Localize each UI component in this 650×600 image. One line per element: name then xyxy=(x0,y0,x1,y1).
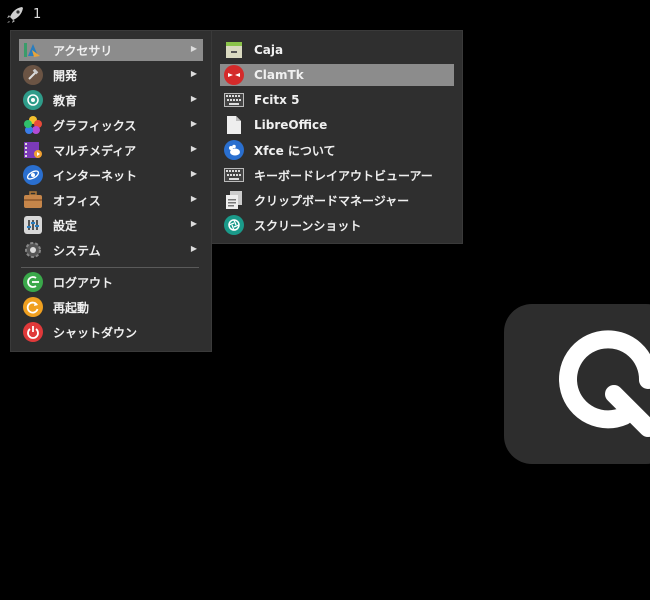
menu-item-logout[interactable]: ログアウト xyxy=(19,271,203,293)
menu-item-label: アクセサリ xyxy=(53,43,113,58)
file-manager-icon xyxy=(224,40,244,60)
antivirus-icon xyxy=(224,65,244,85)
submenu-arrow-icon: ▶ xyxy=(190,119,197,128)
shutdown-icon xyxy=(23,322,43,342)
menu-item-multimedia[interactable]: マルチメディア ▶ xyxy=(19,139,203,161)
menu-item-graphics[interactable]: グラフィックス ▶ xyxy=(19,114,203,136)
submenu-item-label: Xfce について xyxy=(254,143,336,158)
submenu-item-clamtk[interactable]: ClamTk xyxy=(220,64,454,86)
submenu-arrow-icon: ▶ xyxy=(190,94,197,103)
menu-item-internet[interactable]: インターネット ▶ xyxy=(19,164,203,186)
menu-item-label: マルチメディア xyxy=(53,143,137,158)
screenshot-icon xyxy=(224,215,244,235)
internet-icon xyxy=(23,165,43,185)
menu-item-settings[interactable]: 設定 ▶ xyxy=(19,214,203,236)
submenu-item-caja[interactable]: Caja xyxy=(220,39,454,61)
submenu-arrow-icon: ▶ xyxy=(190,169,197,178)
xfce-mouse-icon xyxy=(224,140,244,160)
menu-item-label: 開発 xyxy=(53,68,78,83)
menu-item-label: ログアウト xyxy=(53,275,114,290)
submenu-item-clipboard-manager[interactable]: クリップボードマネージャー xyxy=(220,189,454,211)
menu-item-development[interactable]: 開発 ▶ xyxy=(19,64,203,86)
submenu-item-label: Fcitx 5 xyxy=(254,93,300,107)
accessories-icon xyxy=(23,40,43,60)
menu-item-label: 教育 xyxy=(53,93,78,108)
menu-item-label: システム xyxy=(53,243,101,258)
menu-item-label: インターネット xyxy=(53,168,138,183)
search-q-icon xyxy=(559,330,650,437)
top-panel: 1 xyxy=(0,0,650,30)
submenu-item-label: Caja xyxy=(254,43,284,57)
development-icon xyxy=(23,65,43,85)
menu-item-label: 再起動 xyxy=(53,300,90,315)
submenu-arrow-icon: ▶ xyxy=(190,44,197,53)
submenu-arrow-icon: ▶ xyxy=(190,244,197,253)
education-icon xyxy=(23,90,43,110)
menu-item-office[interactable]: オフィス ▶ xyxy=(19,189,203,211)
keyboard-icon xyxy=(224,90,244,110)
submenu-item-libreoffice[interactable]: LibreOffice xyxy=(220,114,454,136)
workspace-indicator[interactable]: 1 xyxy=(33,7,41,22)
desktop-app-widget[interactable] xyxy=(504,304,650,464)
menu-item-accessories[interactable]: アクセサリ ▶ xyxy=(19,39,203,61)
menu-item-label: オフィス xyxy=(53,193,101,208)
menu-item-label: グラフィックス xyxy=(53,118,137,133)
application-menu: アクセサリ ▶ 開発 ▶ 教育 ▶ グラフィックス ▶ マルチメディア ▶ イン… xyxy=(10,30,212,352)
accessories-submenu: Caja ClamTk Fcitx 5 LibreOffice Xfce につい… xyxy=(211,30,463,244)
submenu-item-keyboard-layout-viewer[interactable]: キーボードレイアウトビューアー xyxy=(220,164,454,186)
settings-icon xyxy=(23,215,43,235)
submenu-item-fcitx[interactable]: Fcitx 5 xyxy=(220,89,454,111)
menu-item-label: シャットダウン xyxy=(53,325,138,340)
menu-item-restart[interactable]: 再起動 xyxy=(19,296,203,318)
submenu-arrow-icon: ▶ xyxy=(190,219,197,228)
submenu-arrow-icon: ▶ xyxy=(190,144,197,153)
logout-icon xyxy=(23,272,43,292)
submenu-item-label: スクリーンショット xyxy=(254,218,362,233)
submenu-item-about-xfce[interactable]: Xfce について xyxy=(220,139,454,161)
submenu-item-label: LibreOffice xyxy=(254,118,328,132)
submenu-item-screenshot[interactable]: スクリーンショット xyxy=(220,214,454,236)
keyboard-layout-icon xyxy=(224,165,244,185)
rocket-launcher-icon[interactable] xyxy=(5,5,25,25)
office-icon xyxy=(23,190,43,210)
restart-icon xyxy=(23,297,43,317)
system-icon xyxy=(23,240,43,260)
submenu-item-label: キーボードレイアウトビューアー xyxy=(254,168,433,183)
menu-item-system[interactable]: システム ▶ xyxy=(19,239,203,261)
menu-item-education[interactable]: 教育 ▶ xyxy=(19,89,203,111)
submenu-item-label: ClamTk xyxy=(254,68,304,82)
menu-separator xyxy=(21,267,199,268)
menu-item-shutdown[interactable]: シャットダウン xyxy=(19,321,203,343)
submenu-arrow-icon: ▶ xyxy=(190,69,197,78)
graphics-icon xyxy=(23,115,43,135)
multimedia-icon xyxy=(23,140,43,160)
submenu-item-label: クリップボードマネージャー xyxy=(254,193,410,208)
submenu-arrow-icon: ▶ xyxy=(190,194,197,203)
clipboard-icon xyxy=(224,190,244,210)
menu-item-label: 設定 xyxy=(53,218,78,233)
document-icon xyxy=(224,115,244,135)
